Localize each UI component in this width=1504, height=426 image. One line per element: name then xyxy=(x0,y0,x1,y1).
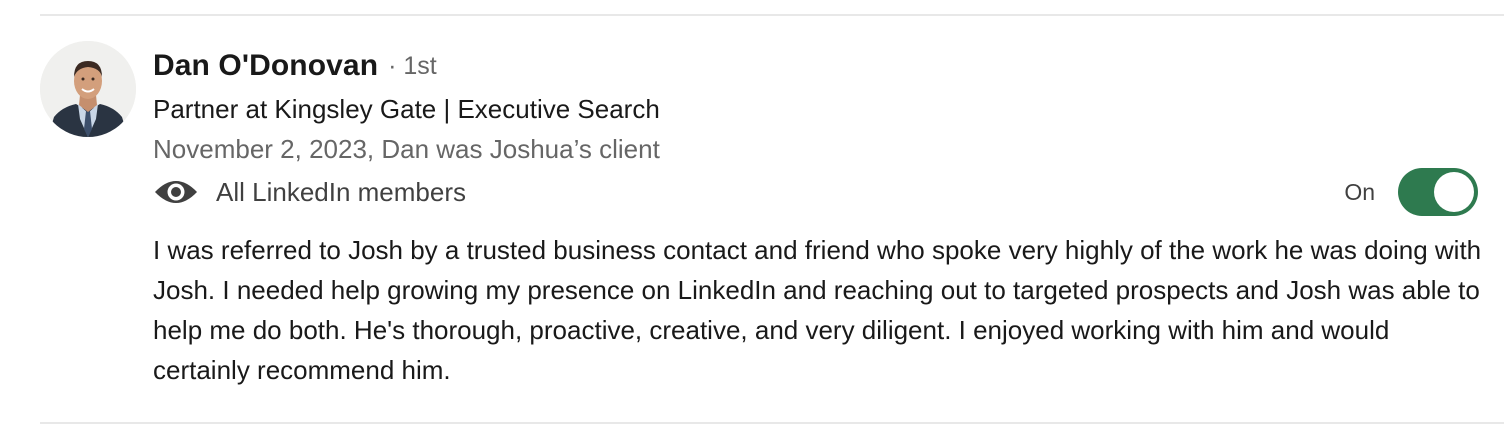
recommendation-meta: November 2, 2023, Dan was Joshua’s clien… xyxy=(153,134,660,164)
recommender-headline: Partner at Kingsley Gate | Executive Sea… xyxy=(153,94,660,124)
visibility-row: All LinkedIn members On xyxy=(153,168,1478,216)
recommender-name[interactable]: Dan O'Donovan xyxy=(153,49,378,83)
visibility-toggle-group: On xyxy=(1344,168,1478,216)
avatar[interactable] xyxy=(40,41,136,137)
recommendation-card: Dan O'Donovan · 1st Partner at Kingsley … xyxy=(153,44,1481,390)
bottom-divider xyxy=(40,422,1504,424)
visibility-toggle[interactable] xyxy=(1398,168,1478,216)
visibility-label: All LinkedIn members xyxy=(216,176,466,207)
toggle-state-label: On xyxy=(1344,178,1375,205)
eye-icon xyxy=(153,178,199,206)
name-line: Dan O'Donovan · 1st xyxy=(153,44,1478,88)
profile-photo xyxy=(40,41,136,137)
toggle-knob[interactable] xyxy=(1434,172,1474,212)
top-divider xyxy=(40,14,1504,16)
connection-degree: · 1st xyxy=(388,51,437,80)
recommendation-text: I was referred to Josh by a trusted busi… xyxy=(153,235,1482,385)
